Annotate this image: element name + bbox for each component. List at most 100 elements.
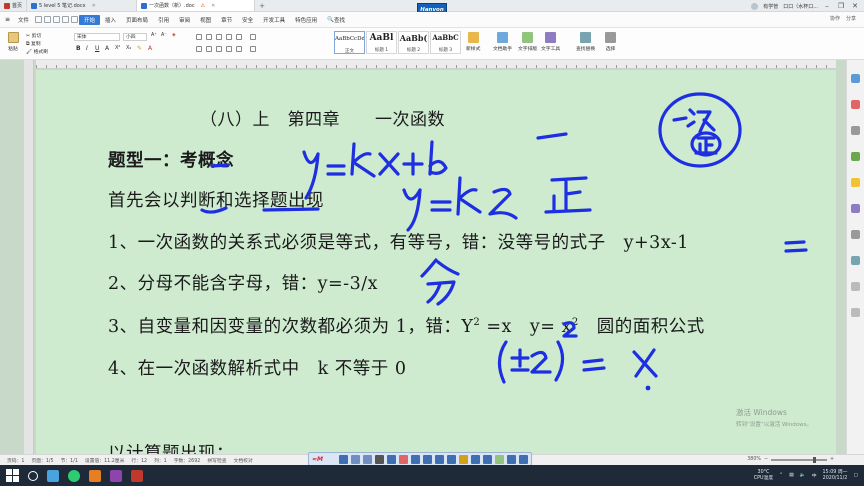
menu-home[interactable]: 开始 (79, 14, 101, 25)
pen-marker-icon[interactable] (399, 454, 408, 464)
align-center-icon[interactable] (206, 46, 212, 52)
close-window-button[interactable]: ✕ (848, 0, 862, 12)
zoom-slider[interactable] (770, 456, 827, 463)
align-right-icon[interactable] (216, 46, 222, 52)
italic-icon[interactable]: I (86, 45, 88, 52)
grow-font-icon[interactable]: A⁺ (151, 33, 157, 38)
align-left-icon[interactable] (196, 46, 202, 52)
menu-search[interactable]: 🔍 查找 (322, 15, 350, 25)
menu-review[interactable]: 审阅 (174, 15, 195, 25)
bullets-icon[interactable] (196, 34, 202, 40)
zoom-slider-thumb[interactable] (812, 456, 816, 463)
pen-undo-icon[interactable] (471, 454, 480, 464)
side-format-icon[interactable] (851, 100, 860, 109)
tab-home[interactable]: 首页 (0, 0, 28, 11)
pen-highlighter-icon[interactable] (411, 454, 420, 464)
underline-icon[interactable]: U (95, 45, 99, 52)
minimize-button[interactable]: – (820, 0, 834, 12)
zoom-level[interactable]: 380% (747, 457, 761, 462)
copy-button[interactable]: ⧉ 复制 (26, 40, 41, 47)
pen-print-icon[interactable] (375, 454, 384, 464)
status-words[interactable]: 字数：2692 (174, 457, 201, 464)
collab-button[interactable]: 协作 (830, 15, 840, 22)
style-heading3[interactable]: AaBbC 标题 3 (430, 31, 461, 54)
text-color-icon[interactable]: A (148, 45, 152, 52)
task-view-icon[interactable] (47, 469, 59, 482)
zoom-in-button[interactable]: + (830, 457, 834, 462)
hamburger-icon[interactable]: ≡ (5, 16, 12, 23)
shading-icon[interactable] (250, 46, 256, 52)
save-icon[interactable] (44, 16, 52, 23)
subscript-icon[interactable]: X₂ (126, 45, 131, 51)
status-proof[interactable]: 文档校对 (234, 457, 253, 464)
pen-line-icon[interactable] (435, 454, 444, 464)
side-backup-icon[interactable] (851, 308, 860, 317)
document-page[interactable]: （八）上 第四章 一次函数 题型一：考概念 首先会以判断和选择题出现 1、一次函… (36, 70, 836, 454)
bold-icon[interactable]: B (76, 45, 81, 52)
side-tools-icon[interactable] (851, 204, 860, 213)
style-normal[interactable]: AaBbCcDd 正文 (334, 31, 365, 54)
outdent-icon[interactable] (226, 34, 232, 40)
pen-settings-icon[interactable] (507, 454, 516, 464)
cut-button[interactable]: ✂ 剪切 (26, 32, 41, 39)
pen-select-icon[interactable] (339, 454, 348, 464)
undo-icon[interactable] (62, 16, 70, 23)
side-panel-icon[interactable] (851, 74, 860, 83)
style-heading2[interactable]: AaBb( 标题 2 (398, 31, 429, 54)
pen-copy-icon[interactable] (363, 454, 372, 464)
pen-exit-icon[interactable] (519, 454, 528, 464)
select-button[interactable]: 选择 (605, 32, 616, 52)
paste-button[interactable]: 粘贴 (5, 32, 21, 52)
weather-widget[interactable]: 30°C CPU温度 (754, 470, 773, 482)
font-color-icon[interactable]: A (105, 45, 109, 52)
clear-format-icon[interactable]: ◈ (172, 33, 176, 38)
pen-save-icon[interactable] (351, 454, 360, 464)
text-layout-button[interactable]: 文字排版 (518, 32, 537, 52)
find-replace-button[interactable]: 查找替换 (576, 32, 595, 52)
menu-view[interactable]: 视图 (195, 15, 216, 25)
pen-eraser-icon[interactable] (423, 454, 432, 464)
open-folder-icon[interactable] (35, 16, 43, 23)
status-spell[interactable]: 拼写检查 (207, 457, 226, 464)
redo-icon[interactable] (71, 16, 79, 23)
pen-clear-icon[interactable] (483, 454, 492, 464)
indent-icon[interactable] (216, 34, 222, 40)
shrink-font-icon[interactable]: A⁻ (161, 33, 167, 38)
wps-icon[interactable] (131, 469, 143, 482)
justify-icon[interactable] (226, 46, 232, 52)
font-size-select[interactable]: 小四 (123, 33, 147, 41)
menu-page-layout[interactable]: 页面布局 (121, 15, 153, 25)
menu-chapter[interactable]: 章节 (216, 15, 237, 25)
pen-spotlight-icon[interactable] (459, 454, 468, 464)
numbering-icon[interactable] (206, 34, 212, 40)
menu-special-apps[interactable]: 特色应用 (290, 15, 322, 25)
close-icon[interactable]: ✕ (92, 3, 96, 9)
borders-icon[interactable] (250, 34, 256, 40)
network-icon[interactable]: ▤ (789, 473, 794, 478)
menu-references[interactable]: 引用 (153, 15, 174, 25)
volume-icon[interactable]: 🔈 (800, 473, 806, 478)
superscript-icon[interactable]: X² (115, 45, 120, 51)
close-icon[interactable]: ✕ (211, 3, 215, 9)
share-button[interactable]: 分享 (846, 15, 856, 22)
menu-security[interactable]: 安全 (237, 15, 258, 25)
side-style-icon[interactable] (851, 126, 860, 135)
zoom-out-button[interactable]: − (764, 457, 768, 462)
input-method-icon[interactable]: 中 (812, 472, 817, 479)
pen-color-icon[interactable] (495, 454, 504, 464)
text-assistant-button[interactable]: 文档助手 (493, 32, 512, 52)
menu-insert[interactable]: 插入 (100, 15, 121, 25)
style-heading1[interactable]: AaBl 标题 1 (366, 31, 397, 54)
side-more-icon[interactable] (851, 282, 860, 291)
sort-icon[interactable] (236, 34, 242, 40)
side-nav-icon[interactable] (851, 152, 860, 161)
font-name-select[interactable]: 宋体 (74, 33, 120, 41)
tab-doc-linear-function[interactable]: 一次函数（新）.doc ⚠ ✕ (137, 0, 256, 11)
format-painter-button[interactable]: 🖌 格式刷 (26, 48, 48, 55)
highlight-icon[interactable]: ✎ (137, 45, 142, 52)
clock[interactable]: 15:09 周一 2020/11/2 (823, 470, 848, 482)
search-icon[interactable] (28, 470, 38, 481)
wechat-icon[interactable] (68, 469, 80, 482)
side-help-icon[interactable] (851, 256, 860, 265)
chevron-up-icon[interactable]: ⌃ (779, 473, 783, 478)
